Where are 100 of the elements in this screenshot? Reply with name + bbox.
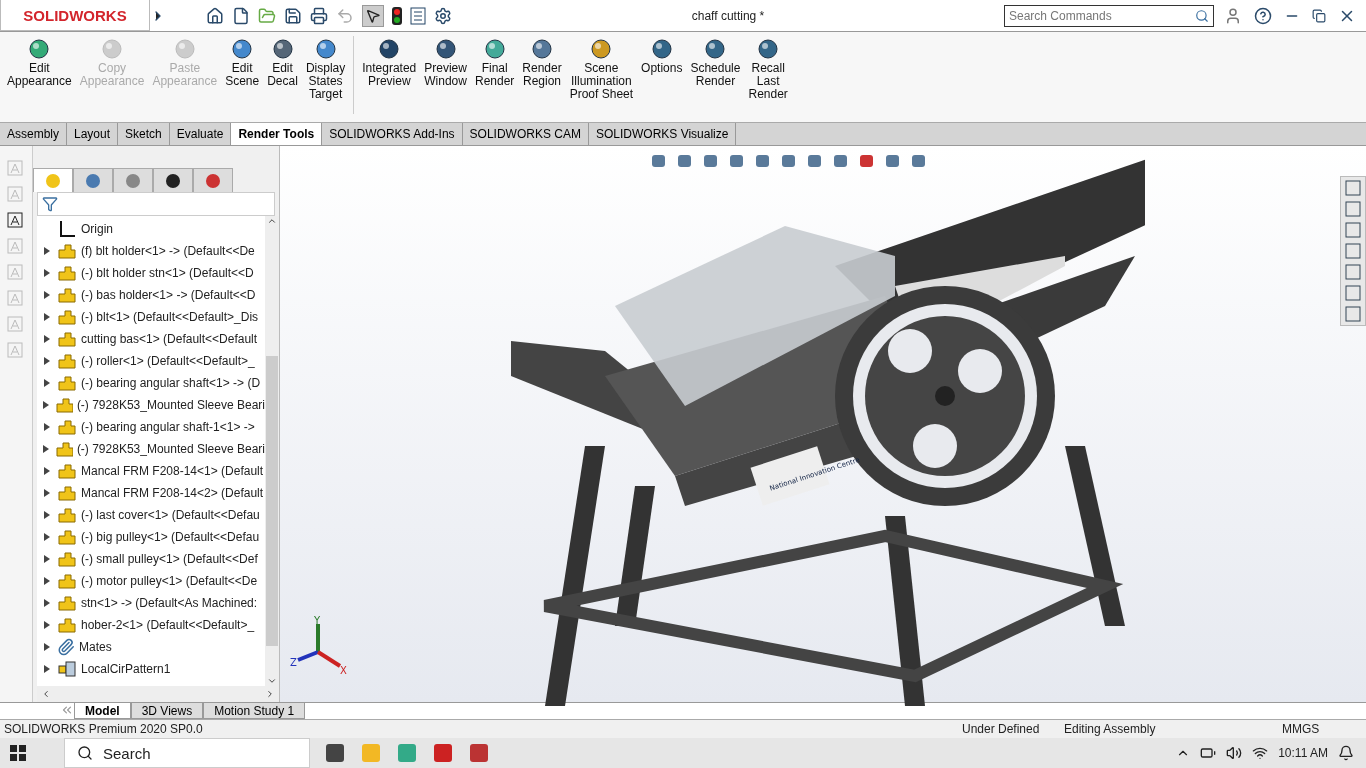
solidworks-logo[interactable]: SOLIDWORKS: [0, 0, 150, 31]
tree-item[interactable]: (-) blt<1> (Default<<Default>_Dis: [81, 310, 259, 324]
view-tab[interactable]: Model: [74, 703, 131, 719]
help-icon[interactable]: [1254, 6, 1272, 25]
settings-icon[interactable]: [434, 6, 452, 25]
ribbon-button[interactable]: Schedule Render: [687, 36, 744, 90]
save-icon[interactable]: [284, 6, 302, 25]
user-icon[interactable]: [1224, 6, 1242, 25]
search-icon[interactable]: [1195, 8, 1209, 23]
tree-item[interactable]: (-) motor pulley<1> (Default<<De: [81, 574, 258, 588]
units-selector[interactable]: MMGS: [1278, 722, 1324, 736]
tree-item[interactable]: (-) bas holder<1> -> (Default<<D: [81, 288, 256, 302]
render-tool-icon: [173, 38, 196, 60]
ribbon-button[interactable]: Integrated Preview: [359, 36, 420, 90]
open-folder-icon[interactable]: [258, 6, 276, 25]
ribbon-button[interactable]: Render Region: [519, 36, 565, 90]
tree-item[interactable]: (-) big pulley<1> (Default<<Defau: [81, 530, 260, 544]
tab-scroll-icon[interactable]: [60, 703, 74, 717]
expand-arrow-icon[interactable]: [42, 445, 49, 453]
tree-item[interactable]: (-) bearing angular shaft<1> -> (D: [81, 376, 261, 390]
axis-triad-drawing: Y Z X: [288, 616, 358, 676]
render-tool-icon: [378, 38, 401, 60]
expand-arrow-icon[interactable]: [44, 313, 50, 321]
product-version: SOLIDWORKS Premium 2020 SP0.0: [3, 722, 204, 736]
command-tab[interactable]: Render Tools: [231, 123, 323, 145]
ribbon-button[interactable]: Display States Target: [302, 36, 349, 103]
part-icon: [57, 594, 77, 612]
filter-icon[interactable]: [42, 196, 58, 212]
tree-item[interactable]: Origin: [81, 222, 113, 236]
ribbon-button[interactable]: Final Render: [471, 36, 518, 90]
wifi-icon[interactable]: [1252, 745, 1269, 761]
expand-arrow-icon[interactable]: [44, 269, 50, 277]
expand-arrow-icon[interactable]: [44, 577, 50, 585]
ribbon-button[interactable]: Recall Last Render: [745, 36, 791, 103]
ribbon-button[interactable]: Options: [638, 36, 686, 77]
notification-icon[interactable]: [1338, 745, 1354, 761]
tree-item[interactable]: (-) small pulley<1> (Default<<Def: [81, 552, 258, 566]
expand-arrow-icon[interactable]: [44, 533, 50, 541]
render-tool-icon: [28, 38, 51, 60]
tree-item[interactable]: (-) 7928K53_Mounted Sleeve Beari: [76, 398, 265, 412]
view-tab[interactable]: 3D Views: [130, 703, 204, 719]
tree-item[interactable]: cutting bas<1> (Default<<Default: [81, 332, 258, 346]
annotation-tool-icon[interactable]: [7, 212, 25, 230]
expand-arrow-icon[interactable]: [44, 423, 50, 431]
expand-arrow-icon[interactable]: [44, 599, 50, 607]
tree-item[interactable]: (-) last cover<1> (Default<<Defau: [81, 508, 260, 522]
scroll-right-icon[interactable]: [265, 689, 275, 699]
render-tool-icon: [231, 38, 254, 60]
scroll-left-icon[interactable]: [41, 689, 51, 699]
scroll-down-icon[interactable]: [267, 676, 277, 686]
tree-item[interactable]: LocalCirPattern1: [81, 662, 171, 676]
clock-time[interactable]: 10:11 AM: [1278, 746, 1328, 760]
expand-arrow-icon[interactable]: [44, 335, 50, 343]
view-tab[interactable]: Motion Study 1: [203, 703, 306, 719]
tree-item[interactable]: (-) blt holder stn<1> (Default<<D: [81, 266, 254, 280]
scroll-up-icon[interactable]: [267, 216, 277, 226]
windows-start-icon[interactable]: [10, 745, 26, 761]
undo-icon[interactable]: [336, 6, 354, 25]
expand-arrow-icon[interactable]: [44, 643, 50, 651]
list-icon[interactable]: [410, 6, 426, 25]
manager-tab[interactable]: [153, 168, 193, 192]
tree-item[interactable]: Mancal FRM F208-14<2> (Default: [81, 486, 264, 500]
battery-icon[interactable]: [1200, 745, 1217, 761]
ribbon-button[interactable]: Edit Decal: [264, 36, 301, 90]
expand-arrow-icon[interactable]: [44, 467, 50, 475]
tree-item[interactable]: (-) roller<1> (Default<<Default>_: [81, 354, 255, 368]
expand-arrow-icon[interactable]: [44, 489, 50, 497]
tree-item[interactable]: Mates: [79, 640, 112, 654]
expand-arrow-icon[interactable]: [44, 665, 50, 673]
tree-item[interactable]: stn<1> -> (Default<As Machined:: [81, 596, 258, 610]
expand-arrow-icon[interactable]: [44, 379, 50, 387]
taskbar-search-field[interactable]: Search: [64, 738, 310, 768]
ribbon-button[interactable]: Edit Appearance: [4, 36, 75, 90]
vertical-scrollbar[interactable]: [265, 216, 279, 686]
ribbon-button[interactable]: Preview Window: [421, 36, 470, 90]
print-icon[interactable]: [310, 6, 328, 25]
traffic-light-icon[interactable]: [392, 6, 402, 25]
expand-arrow-icon[interactable]: [44, 357, 50, 365]
tree-item[interactable]: hober-2<1> (Default<<Default>_: [81, 618, 255, 632]
tree-item[interactable]: Mancal FRM F208-14<1> (Default: [81, 464, 264, 478]
tree-item[interactable]: (-) bearing angular shaft-1<1> ->: [81, 420, 255, 434]
expand-arrow-icon[interactable]: [44, 511, 50, 519]
expand-arrow-icon[interactable]: [44, 555, 50, 563]
search-commands-field[interactable]: Search Commands: [1004, 4, 1214, 27]
ribbon-button[interactable]: Scene Illumination Proof Sheet: [566, 36, 637, 103]
tree-item[interactable]: (f) blt holder<1> -> (Default<<De: [81, 244, 255, 258]
pointer-icon: [365, 7, 381, 24]
select-button[interactable]: [362, 4, 384, 27]
restore-icon[interactable]: [1312, 8, 1326, 23]
render-tool-icon: [101, 38, 124, 60]
ribbon-button[interactable]: Edit Scene: [222, 36, 263, 90]
expand-arrow-icon[interactable]: [44, 247, 50, 255]
volume-icon[interactable]: [1226, 745, 1243, 761]
new-document-icon[interactable]: [232, 6, 250, 25]
expand-arrow-icon[interactable]: [44, 621, 50, 629]
tree-item[interactable]: (-) 7928K53_Mounted Sleeve Beari: [76, 442, 265, 456]
expand-arrow-icon[interactable]: [42, 401, 49, 409]
part-icon: [57, 506, 77, 524]
part-icon: [57, 308, 77, 326]
expand-arrow-icon[interactable]: [44, 291, 50, 299]
